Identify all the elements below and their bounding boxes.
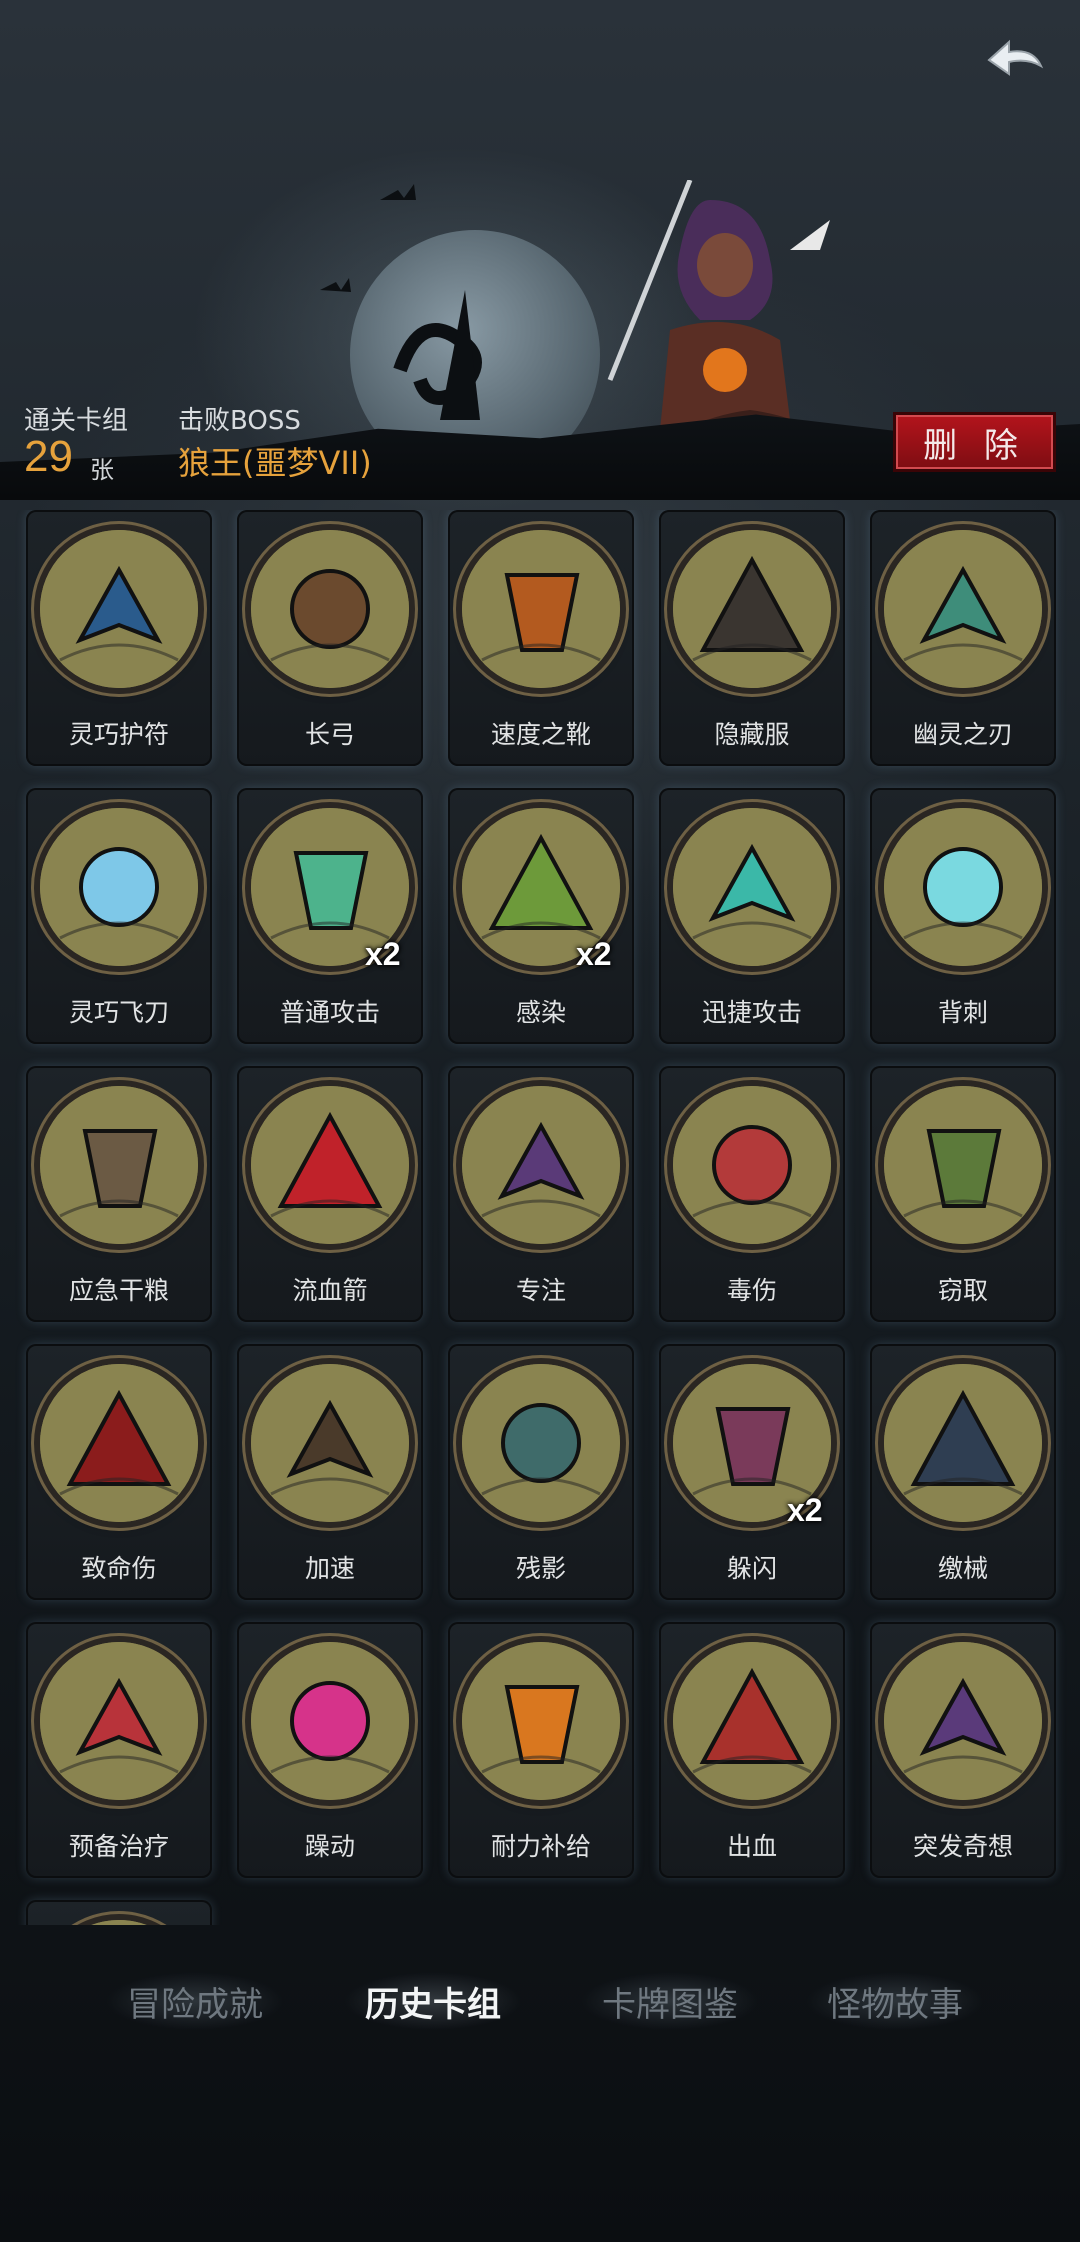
backstab-icon	[884, 808, 1042, 966]
card-item[interactable]: 毒伤	[659, 1066, 845, 1322]
card-name: 灵巧护符	[68, 720, 169, 749]
card-item[interactable]: 躁动	[237, 1622, 423, 1878]
back-arrow-icon	[987, 39, 1044, 76]
card-item[interactable]: 应急干粮	[26, 1066, 212, 1322]
card-name: 毒伤	[726, 1276, 777, 1305]
card-item[interactable]: 耐力补给	[448, 1622, 634, 1878]
bats-art	[320, 184, 482, 420]
bleed-icon	[673, 1642, 831, 1800]
afterimage-icon	[462, 1364, 620, 1522]
card-name: 预备治疗	[68, 1832, 169, 1861]
heal-heart-icon	[40, 1642, 198, 1800]
longbow-icon	[251, 530, 409, 688]
card-grid: 灵巧护符 长弓 速度之靴 隐藏服 幽灵之刃 灵巧飞刀 普通攻击 x2 感染 x2 迅…	[0, 510, 1080, 1925]
delete-button[interactable]: 删 除	[893, 412, 1056, 472]
card-item[interactable]: 致命伤	[26, 1344, 212, 1600]
swift-strike-icon	[673, 808, 831, 966]
card-item[interactable]: 速度之靴	[448, 510, 634, 766]
card-item[interactable]: 感染 x2	[448, 788, 634, 1044]
card-name: 残影	[515, 1554, 566, 1583]
card-name: 流血箭	[292, 1276, 368, 1305]
idea-icon	[884, 1642, 1042, 1800]
card-item[interactable]: 加速	[237, 1344, 423, 1600]
card-item[interactable]: 幽灵之刃	[870, 510, 1056, 766]
card-item[interactable]: 迅捷攻击	[659, 788, 845, 1044]
card-multiplier: x2	[576, 936, 612, 972]
deck-count: 29	[24, 432, 73, 481]
steal-icon	[884, 1086, 1042, 1244]
poison-icon	[673, 1086, 831, 1244]
card-name: 速度之靴	[490, 720, 591, 749]
nav-tab[interactable]: 卡牌图鉴	[565, 1965, 775, 2037]
card-item[interactable]: 出血	[659, 1622, 845, 1878]
amulet-icon	[40, 530, 198, 688]
boots-icon	[462, 530, 620, 688]
nav-tab[interactable]: 冒险成就	[90, 1965, 300, 2037]
card-multiplier: x2	[365, 936, 401, 972]
card-name: 突发奇想	[912, 1832, 1013, 1861]
mortal-wound-icon	[40, 1364, 198, 1522]
card-name: 应急干粮	[68, 1276, 169, 1305]
card-name: 专注	[515, 1276, 566, 1305]
card-item[interactable]: 突发奇想	[870, 1622, 1056, 1878]
ghost-blade-icon	[884, 530, 1042, 688]
stamina-potion-icon	[462, 1642, 620, 1800]
haste-icon	[251, 1364, 409, 1522]
card-item[interactable]: 预备治疗	[26, 1622, 212, 1878]
card-name: 幽灵之刃	[912, 720, 1013, 749]
boss-name: 狼王(噩梦VII)	[178, 444, 372, 482]
card-item[interactable]	[26, 1900, 212, 1925]
card-name: 隐藏服	[714, 720, 790, 749]
bleeding-arrows-icon	[251, 1086, 409, 1244]
card-item[interactable]: 缴械	[870, 1344, 1056, 1600]
card-item[interactable]: 灵巧护符	[26, 510, 212, 766]
deck-unit: 张	[90, 456, 114, 484]
card-item[interactable]: 窃取	[870, 1066, 1056, 1322]
card-item[interactable]: 背刺	[870, 788, 1056, 1044]
card-name: 长弓	[304, 720, 355, 749]
card-item[interactable]: 长弓	[237, 510, 423, 766]
card-name: 加速	[304, 1554, 355, 1583]
rations-icon	[40, 1086, 198, 1244]
disarm-icon	[884, 1364, 1042, 1522]
throwing-knives-icon	[40, 808, 198, 966]
card-name: 躲闪	[726, 1554, 777, 1583]
card-name: 迅捷攻击	[701, 998, 802, 1027]
card-item[interactable]: 普通攻击 x2	[237, 788, 423, 1044]
back-button[interactable]	[975, 25, 1055, 95]
card-name: 感染	[515, 998, 566, 1027]
nav-tab[interactable]: 怪物故事	[790, 1965, 1000, 2037]
card-item[interactable]: 流血箭	[237, 1066, 423, 1322]
card-name: 耐力补给	[490, 1832, 591, 1861]
card-name: 缴械	[937, 1554, 988, 1583]
card-name: 躁动	[304, 1832, 355, 1861]
hooded-cloak-icon	[673, 530, 831, 688]
card-name: 出血	[726, 1832, 777, 1861]
focus-wizard-icon	[462, 1086, 620, 1244]
card-name: 灵巧飞刀	[68, 998, 169, 1027]
bottom-nav: 冒险成就 历史卡组 卡牌图鉴 怪物故事	[0, 1965, 1080, 2045]
card-multiplier: x2	[787, 1492, 823, 1528]
frenzy-icon	[251, 1642, 409, 1800]
header-banner: 通关卡组 29 张 击败BOSS 狼王(噩梦VII) 删 除	[0, 0, 1080, 500]
defeated-boss-label: 击败BOSS	[178, 406, 301, 436]
partial-card-icon	[40, 1920, 198, 1925]
card-name: 背刺	[937, 998, 988, 1027]
card-item[interactable]: 灵巧飞刀	[26, 788, 212, 1044]
card-item[interactable]: 隐藏服	[659, 510, 845, 766]
card-name: 普通攻击	[279, 998, 380, 1027]
card-item[interactable]: 残影	[448, 1344, 634, 1600]
card-name: 窃取	[937, 1276, 988, 1305]
card-item[interactable]: 躲闪 x2	[659, 1344, 845, 1600]
card-name: 致命伤	[81, 1554, 157, 1583]
nav-tab[interactable]: 历史卡组	[328, 1965, 538, 2037]
card-item[interactable]: 专注	[448, 1066, 634, 1322]
